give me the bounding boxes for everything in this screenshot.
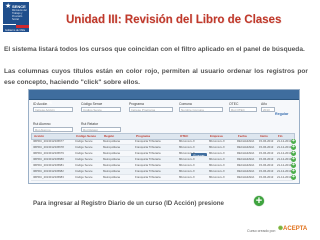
table-cell: 21-12-2013 <box>277 157 292 161</box>
table-cell: Metropolitana <box>103 175 120 179</box>
table-cell: 21-12-2013 <box>277 151 292 155</box>
table-cell: 15-06-2013 <box>259 145 274 149</box>
table-cell: 80xxxxxxx-X <box>179 145 195 149</box>
intro-paragraph: El sistema listará todos los cursos que … <box>4 46 305 53</box>
table-cell: Metropolitana <box>103 139 120 143</box>
table-cell: 80xxxxxxx-X <box>179 163 195 167</box>
table-cell: Código Sence <box>75 157 93 161</box>
table-cell: 80xxxxxxx-X <box>209 139 225 143</box>
add-icon[interactable]: + <box>291 175 296 180</box>
sorting-paragraph: Las columnas cuyos títulos están en colo… <box>4 68 308 86</box>
filter-input[interactable]: 2013 <box>261 107 275 112</box>
table-cell: 80xxxxxxx-X <box>209 169 225 173</box>
filter-label: Código Sence <box>81 102 103 106</box>
table-cell: 15-06-2013 <box>259 151 274 155</box>
table-row: IMPRU_2013012345683 Código Sence Metropoli… <box>31 175 296 182</box>
logo-footer: Gobierno de Chile <box>5 29 26 32</box>
table-cell: 80xxxxxxx-X <box>209 175 225 179</box>
table-cell: 80xxxxxxx-X <box>179 175 195 179</box>
table-cell: RECHAZADA <box>237 163 255 167</box>
filter-label: Comuna <box>179 102 192 106</box>
logo-subtitle: Ministerio del Trabajo y Previsión Socia… <box>12 9 27 21</box>
filter-input[interactable]: Rut OTEC <box>229 107 257 112</box>
logo-stripe-red <box>16 25 29 28</box>
table-cell: 21-12-2013 <box>277 175 292 179</box>
table-cell: 21-12-2013 <box>277 145 292 149</box>
table-cell: 21-12-2013 <box>277 169 292 173</box>
filter-input[interactable]: Rut Alumno <box>33 127 73 132</box>
table-cell: RECHAZADA <box>237 145 255 149</box>
table-cell: Metropolitana <box>103 145 120 149</box>
table-cell: IMPRU_2013012345677 <box>33 139 64 143</box>
table-cell: RECHAZADA <box>237 157 255 161</box>
filter-input[interactable]: Ingrese Acción <box>33 107 73 112</box>
table-cell: IMPRU_2013012345681 <box>33 163 64 167</box>
table-cell: 80xxxxxxx-X <box>209 151 225 155</box>
table-cell: Franquicia Tributaria <box>135 139 161 143</box>
table-cell: 15-06-2013 <box>259 139 274 143</box>
table-cell: 15-06-2013 <box>259 169 274 173</box>
table-cell: Metropolitana <box>103 169 120 173</box>
filter-input[interactable]: Código Sence <box>81 107 121 112</box>
sence-logo: ★ SENCE Ministerio del Trabajo y Previsi… <box>3 2 29 32</box>
brand-name: ACEPTA <box>283 226 308 232</box>
table-cell: 21-12-2013 <box>277 163 292 167</box>
table-cell: IMPRU_2013012345683 <box>33 175 64 179</box>
filter-input[interactable]: Nombre Comuna <box>179 107 223 112</box>
table-cell: IMPRU_2013012345680 <box>33 157 64 161</box>
table-cell: RECHAZADA <box>237 151 255 155</box>
logo-stripe-blue <box>3 24 16 28</box>
table-cell: 80xxxxxxx-X <box>209 163 225 167</box>
table-cell: 80xxxxxxx-X <box>209 157 225 161</box>
table-cell: Código Sence <box>75 145 93 149</box>
table-cell: 80xxxxxxx-X <box>179 169 195 173</box>
table-cell: Metropolitana <box>103 151 120 155</box>
table-cell: RECHAZADA <box>237 175 255 179</box>
table-cell: IMPRU_2013012345682 <box>33 169 64 173</box>
table-cell: 21-12-2013 <box>277 139 292 143</box>
table-cell: 80xxxxxxx-X <box>179 139 195 143</box>
acciones-panel: Acciones ID Acción Ingrese Acción Código S… <box>28 89 300 184</box>
table-cell: Código Sence <box>75 139 93 143</box>
filter-input[interactable]: Ingrese Programa <box>129 107 173 112</box>
table-cell: Franquicia Tributaria <box>135 157 161 161</box>
filter-label: Rut Relator <box>81 122 99 126</box>
filter-input[interactable]: Rut Relator <box>81 127 121 132</box>
table-cell: Código Sence <box>75 175 93 179</box>
slide-title: Unidad III: Revisión del Libro de Clases <box>66 14 282 26</box>
table-cell: 15-06-2013 <box>259 175 274 179</box>
table-cell: IMPRU_2013012345678 <box>33 145 64 149</box>
filter-label: OTEC <box>229 102 239 106</box>
filter-label: Año <box>261 102 268 106</box>
table-cell: Metropolitana <box>103 163 120 167</box>
callout-text: Para ingresar al Registro Diario de un c… <box>33 200 224 207</box>
table-cell: RECHAZADA <box>237 169 255 173</box>
table-cell: RECHAZADA <box>237 139 255 143</box>
table-cell: 80xxxxxxx-X <box>209 145 225 149</box>
table-cell: Franquicia Tributaria <box>135 145 161 149</box>
credit-text: Curso creado por: <box>247 229 276 233</box>
table-cell: 15-06-2013 <box>259 157 274 161</box>
table-cell: Franquicia Tributaria <box>135 163 161 167</box>
table-cell: 80xxxxxxx-X <box>179 157 195 161</box>
table-cell: Franquicia Tributaria <box>135 151 161 155</box>
table-cell: 15-06-2013 <box>259 163 274 167</box>
table-cell: Metropolitana <box>103 157 120 161</box>
add-icon: + <box>254 195 264 207</box>
table-cell: 80xxxxxxx-X <box>179 151 195 155</box>
table-cell: IMPRU_2013012345679 <box>33 151 64 155</box>
acepta-logo-icon: ✺ACEPTA <box>278 226 308 232</box>
panel-header: Acciones <box>29 90 299 105</box>
table-cell: Código Sence <box>75 169 93 173</box>
table-cell: Franquicia Tributaria <box>135 169 161 173</box>
regular-link[interactable]: Regular <box>275 112 288 116</box>
table-cell: Franquicia Tributaria <box>135 175 161 179</box>
filter-label: ID Acción <box>33 102 48 106</box>
table-cell: Código Sence <box>75 163 93 167</box>
star-icon: ★ <box>5 2 12 10</box>
table-cell: Código Sence <box>75 151 93 155</box>
filter-label: Rut Alumno <box>33 122 51 126</box>
filter-label: Programa <box>129 102 144 106</box>
